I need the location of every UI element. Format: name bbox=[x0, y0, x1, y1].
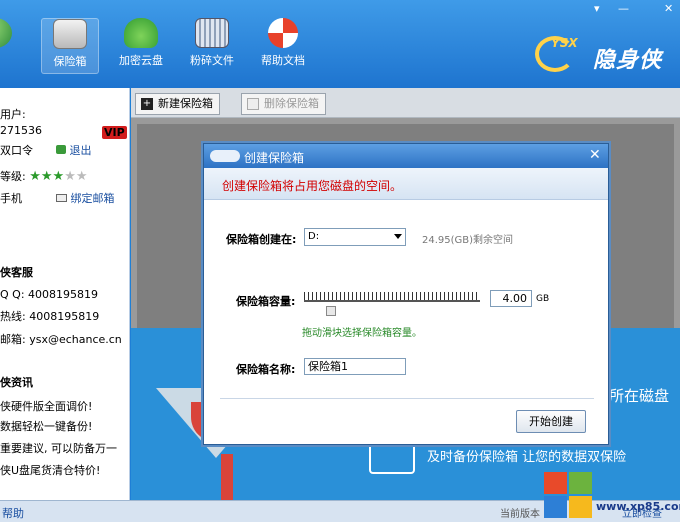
news-title: 侠资讯 bbox=[0, 376, 33, 389]
left-panel: 用户: 271536 VIP 双口令 退出 等级: ★★★★★ 手机 绑定邮箱 … bbox=[0, 88, 130, 500]
nav-help[interactable]: 帮助文档 bbox=[254, 18, 312, 74]
logout-link[interactable]: 退出 bbox=[70, 144, 92, 157]
capacity-input[interactable]: 4.00 bbox=[490, 290, 532, 307]
promo-text-2: 及时备份保险箱 让您的数据双保险 bbox=[427, 450, 627, 465]
start-create-button[interactable]: 开始创建 bbox=[516, 410, 586, 433]
version-text: 当前版本 bbox=[500, 509, 540, 520]
shredder-icon bbox=[195, 18, 229, 48]
star-icon: ★ bbox=[40, 169, 53, 184]
new-safe-label: 新建保险箱 bbox=[158, 97, 213, 110]
star-icon: ★ bbox=[29, 169, 41, 184]
news-item[interactable]: 重要建议, 可以防备万一 bbox=[0, 440, 117, 456]
bind-email-link[interactable]: 绑定邮箱 bbox=[71, 192, 115, 205]
cloud-icon bbox=[124, 18, 158, 48]
menu-button[interactable]: ▾ bbox=[594, 2, 600, 15]
capacity-unit: GB bbox=[536, 294, 550, 304]
help-link[interactable]: 帮助 bbox=[2, 505, 24, 521]
star-icon: ★ bbox=[52, 169, 65, 184]
news-item[interactable]: 侠U盘尾货清仓特价! bbox=[0, 462, 100, 478]
nav-safe[interactable]: 保险箱 bbox=[41, 18, 99, 74]
dialog-close-button[interactable]: ✕ bbox=[589, 147, 601, 163]
dialog-message: 创建保险箱将占用您磁盘的空间。 bbox=[222, 179, 403, 193]
level-row: 等级: ★★★★★ bbox=[0, 168, 88, 184]
service-email: 邮箱: ysx@echance.cn bbox=[0, 333, 122, 346]
news-item[interactable]: 数据轻松一键备份! bbox=[0, 418, 92, 434]
minimize-button[interactable]: — bbox=[618, 2, 629, 15]
email-item[interactable]: 绑定邮箱 bbox=[56, 190, 115, 206]
promo-text-1: 所在磁盘 bbox=[609, 387, 670, 405]
safe-name-input[interactable]: 保险箱1 bbox=[304, 358, 406, 375]
nav-shredder[interactable]: 粉碎文件 bbox=[183, 18, 241, 74]
chevron-down-icon bbox=[394, 234, 402, 239]
qq-number: Q Q: 4008195819 bbox=[0, 288, 99, 301]
nav-help-label: 帮助文档 bbox=[261, 54, 305, 67]
name-label: 保险箱名称: bbox=[236, 363, 296, 376]
user-id: 271536 bbox=[0, 124, 42, 137]
top-bar: 页 保险箱 加密云盘 粉碎文件 帮助文档 ▾ — ✕ YSX 隐身侠 bbox=[0, 0, 680, 88]
star-empty-icon: ★ bbox=[64, 169, 76, 184]
drive-select[interactable]: D: bbox=[304, 228, 406, 246]
drive-select-value: D: bbox=[308, 231, 320, 242]
watermark-text: www.xp85.com bbox=[596, 500, 680, 513]
create-safe-dialog: 创建保险箱 ✕ 创建保险箱将占用您磁盘的空间。 保险箱创建在: D: 24.95… bbox=[203, 143, 609, 445]
delete-safe-label: 删除保险箱 bbox=[264, 97, 319, 110]
user-label: 用户: bbox=[0, 108, 26, 121]
level-label: 等级: bbox=[0, 170, 26, 183]
mail-icon bbox=[56, 194, 67, 202]
nav-cloud-label: 加密云盘 bbox=[119, 54, 163, 67]
plus-icon: + bbox=[141, 98, 153, 110]
vip-badge: VIP bbox=[102, 126, 127, 139]
slider-hint: 拖动滑块选择保险箱容量。 bbox=[302, 328, 422, 339]
capacity-label: 保险箱容量: bbox=[236, 295, 296, 308]
location-label: 保险箱创建在: bbox=[226, 233, 297, 246]
nav-shredder-label: 粉碎文件 bbox=[190, 54, 234, 67]
windows-logo-icon bbox=[544, 472, 594, 520]
nav-safe-label: 保险箱 bbox=[53, 55, 87, 68]
free-space-text: 24.95(GB)剩余空间 bbox=[422, 235, 514, 246]
dialog-message-bar: 创建保险箱将占用您磁盘的空间。 bbox=[204, 168, 608, 200]
glass-stem bbox=[221, 454, 233, 500]
nav-home[interactable]: 页 bbox=[0, 18, 24, 74]
star-empty-icon: ★ bbox=[75, 169, 88, 184]
safe-icon bbox=[53, 19, 87, 49]
nav-cloud[interactable]: 加密云盘 bbox=[112, 18, 170, 74]
nav-home-label: 页 bbox=[0, 52, 24, 68]
capacity-slider-track[interactable] bbox=[304, 292, 480, 302]
toolbar: + 新建保险箱 删除保险箱 bbox=[131, 88, 680, 118]
logout-item[interactable]: 退出 bbox=[56, 142, 92, 158]
brand-logo: YSX 隐身侠 bbox=[535, 36, 680, 73]
logo-name: 隐身侠 bbox=[593, 48, 663, 73]
app-logo-icon bbox=[210, 150, 240, 162]
dialog-title: 创建保险箱 bbox=[244, 151, 305, 165]
lifebuoy-icon bbox=[268, 18, 298, 48]
password-link[interactable]: 双口令 bbox=[0, 142, 33, 158]
logo-ysx: YSX bbox=[551, 36, 578, 50]
delete-safe-button[interactable]: 删除保险箱 bbox=[241, 93, 326, 115]
phone-link[interactable]: 手机 bbox=[0, 190, 22, 206]
trash-icon bbox=[247, 98, 259, 110]
dialog-divider bbox=[220, 398, 594, 399]
lock-icon bbox=[56, 145, 66, 154]
service-title: 侠客服 bbox=[0, 266, 33, 279]
hotline-number: 热线: 4008195819 bbox=[0, 310, 100, 323]
close-window-button[interactable]: ✕ bbox=[664, 2, 673, 15]
dialog-titlebar[interactable]: 创建保险箱 ✕ bbox=[204, 144, 608, 168]
capacity-slider-handle[interactable] bbox=[326, 306, 336, 316]
news-item[interactable]: 侠硬件版全面调价! bbox=[0, 398, 92, 414]
globe-icon bbox=[0, 18, 12, 48]
new-safe-button[interactable]: + 新建保险箱 bbox=[135, 93, 220, 115]
